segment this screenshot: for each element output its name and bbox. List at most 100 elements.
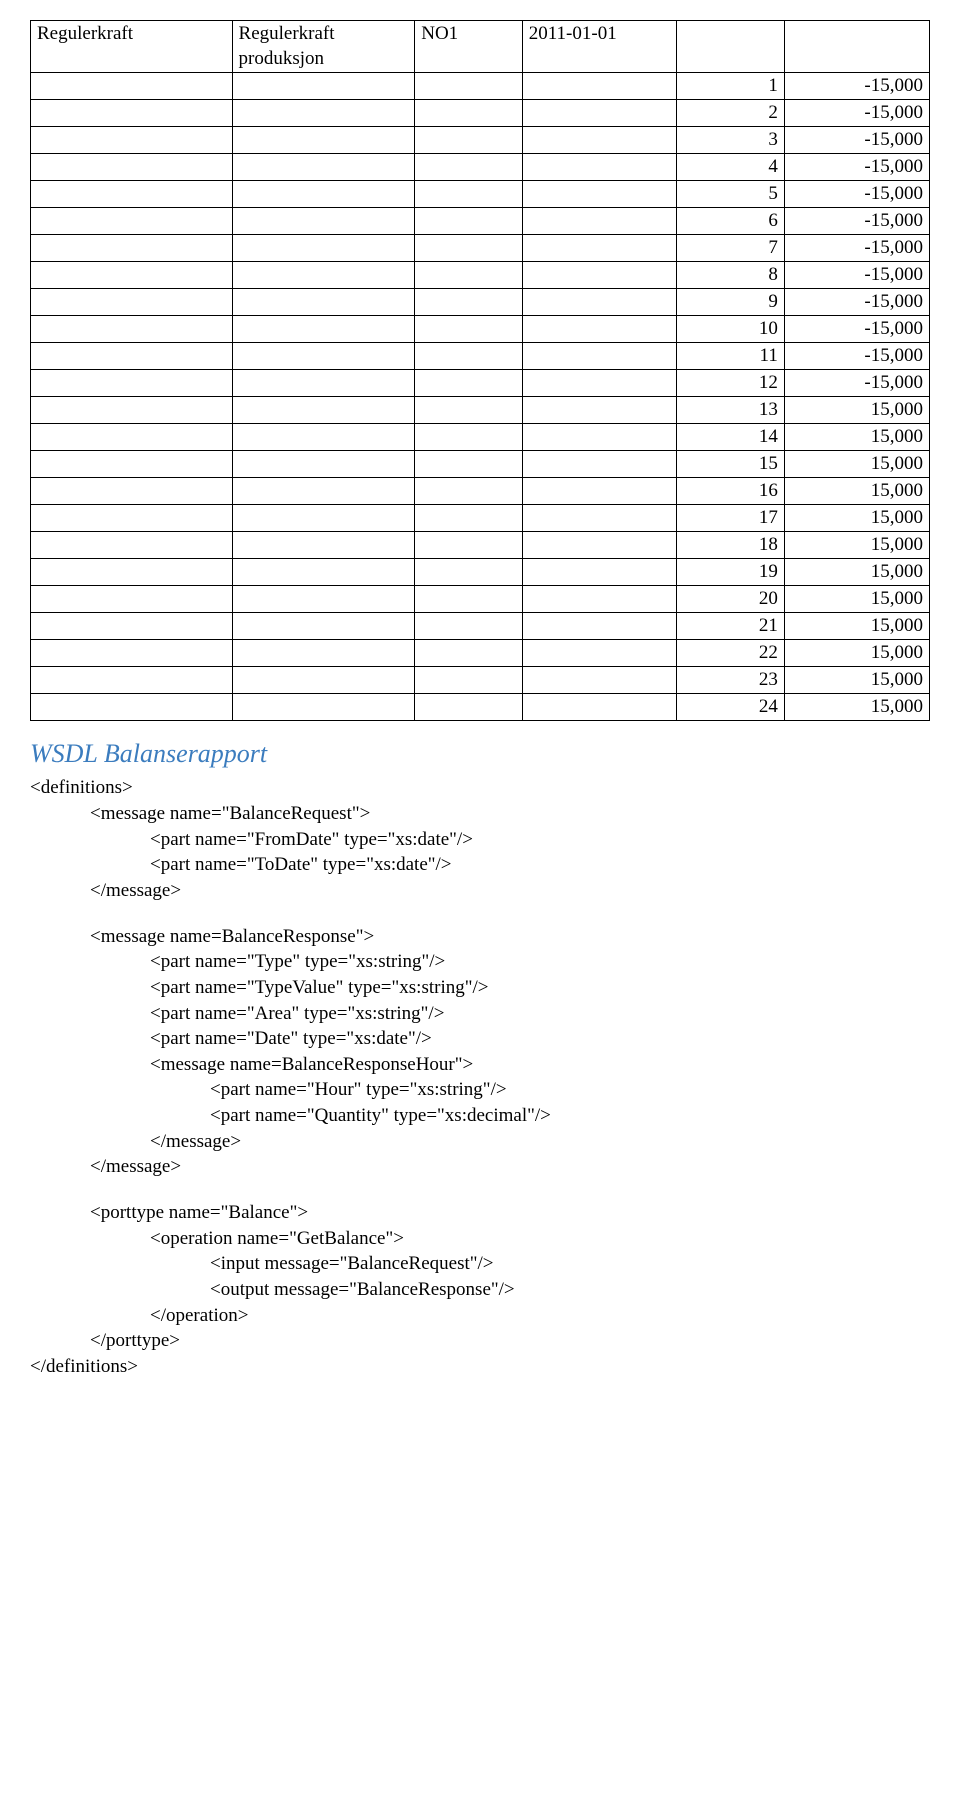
- table-cell: 13: [677, 397, 785, 424]
- table-cell: [522, 235, 677, 262]
- table-cell: [232, 316, 415, 343]
- table-cell: 15,000: [784, 451, 929, 478]
- table-cell: [522, 667, 677, 694]
- table-row: 1415,000: [31, 424, 930, 451]
- table-cell: [232, 613, 415, 640]
- xml-line: <porttype name="Balance">: [90, 1200, 930, 1226]
- table-cell: [31, 532, 233, 559]
- table-cell: [522, 559, 677, 586]
- table-cell: [415, 316, 523, 343]
- table-row: 2415,000: [31, 694, 930, 721]
- header-cell-4: 2011-01-01: [522, 21, 677, 73]
- xml-line: <operation name="GetBalance">: [150, 1226, 930, 1252]
- table-row: 1315,000: [31, 397, 930, 424]
- xml-line: <message name=BalanceResponse">: [90, 924, 930, 950]
- xml-line: <part name="FromDate" type="xs:date"/>: [150, 827, 930, 853]
- table-cell: [415, 586, 523, 613]
- xml-block: <definitions> <message name="BalanceRequ…: [30, 775, 930, 1379]
- table-cell: [232, 262, 415, 289]
- table-row: 2115,000: [31, 613, 930, 640]
- table-row: 2315,000: [31, 667, 930, 694]
- table-cell: [31, 154, 233, 181]
- table-row: 1615,000: [31, 478, 930, 505]
- table-cell: 5: [677, 181, 785, 208]
- table-cell: [415, 181, 523, 208]
- table-row: 11-15,000: [31, 343, 930, 370]
- table-cell: [31, 397, 233, 424]
- xml-line: <message name="BalanceRequest">: [90, 801, 930, 827]
- xml-line: <message name=BalanceResponseHour">: [150, 1052, 930, 1078]
- table-cell: [522, 73, 677, 100]
- table-cell: [31, 316, 233, 343]
- table-cell: [522, 127, 677, 154]
- xml-line: <part name="Date" type="xs:date"/>: [150, 1026, 930, 1052]
- table-cell: [415, 667, 523, 694]
- table-cell: 10: [677, 316, 785, 343]
- table-cell: [522, 613, 677, 640]
- header-cell-2: Regulerkraft produksjon: [232, 21, 415, 73]
- table-row: 1-15,000: [31, 73, 930, 100]
- table-cell: [415, 100, 523, 127]
- header-cell-6: [784, 21, 929, 73]
- table-cell: -15,000: [784, 316, 929, 343]
- header-cell-3: NO1: [415, 21, 523, 73]
- table-cell: [31, 343, 233, 370]
- table-cell: [31, 127, 233, 154]
- table-cell: [31, 262, 233, 289]
- table-row: 2015,000: [31, 586, 930, 613]
- table-cell: [31, 586, 233, 613]
- table-cell: 15,000: [784, 478, 929, 505]
- table-cell: [31, 235, 233, 262]
- table-cell: [31, 181, 233, 208]
- table-header-row: Regulerkraft Regulerkraft produksjon NO1…: [31, 21, 930, 73]
- table-row: 3-15,000: [31, 127, 930, 154]
- table-cell: [31, 451, 233, 478]
- table-cell: 15,000: [784, 640, 929, 667]
- table-cell: 1: [677, 73, 785, 100]
- table-cell: [31, 73, 233, 100]
- table-cell: [31, 559, 233, 586]
- table-cell: [522, 478, 677, 505]
- table-cell: 17: [677, 505, 785, 532]
- table-cell: 15,000: [784, 397, 929, 424]
- table-cell: 15,000: [784, 532, 929, 559]
- table-cell: [31, 640, 233, 667]
- table-cell: [31, 289, 233, 316]
- table-row: 7-15,000: [31, 235, 930, 262]
- table-cell: 18: [677, 532, 785, 559]
- table-cell: [232, 370, 415, 397]
- table-cell: [522, 424, 677, 451]
- xml-line: </operation>: [150, 1303, 930, 1329]
- table-cell: 15,000: [784, 424, 929, 451]
- table-cell: [415, 640, 523, 667]
- table-cell: [522, 397, 677, 424]
- table-cell: 15,000: [784, 505, 929, 532]
- table-cell: [232, 694, 415, 721]
- table-cell: 3: [677, 127, 785, 154]
- table-cell: [415, 478, 523, 505]
- table-cell: [522, 532, 677, 559]
- table-cell: [522, 640, 677, 667]
- table-cell: [31, 667, 233, 694]
- table-cell: -15,000: [784, 343, 929, 370]
- table-row: 12-15,000: [31, 370, 930, 397]
- table-cell: [415, 343, 523, 370]
- table-cell: [232, 478, 415, 505]
- table-cell: -15,000: [784, 127, 929, 154]
- table-row: 10-15,000: [31, 316, 930, 343]
- table-cell: [415, 532, 523, 559]
- data-table: Regulerkraft Regulerkraft produksjon NO1…: [30, 20, 930, 721]
- xml-line: <part name="TypeValue" type="xs:string"/…: [150, 975, 930, 1001]
- table-cell: [522, 505, 677, 532]
- table-row: 2215,000: [31, 640, 930, 667]
- table-cell: [522, 154, 677, 181]
- table-cell: 8: [677, 262, 785, 289]
- table-cell: [232, 505, 415, 532]
- table-cell: -15,000: [784, 181, 929, 208]
- table-cell: [415, 370, 523, 397]
- xml-line: <part name="Area" type="xs:string"/>: [150, 1001, 930, 1027]
- table-cell: 23: [677, 667, 785, 694]
- table-cell: 15,000: [784, 667, 929, 694]
- table-cell: [31, 478, 233, 505]
- table-cell: 15,000: [784, 694, 929, 721]
